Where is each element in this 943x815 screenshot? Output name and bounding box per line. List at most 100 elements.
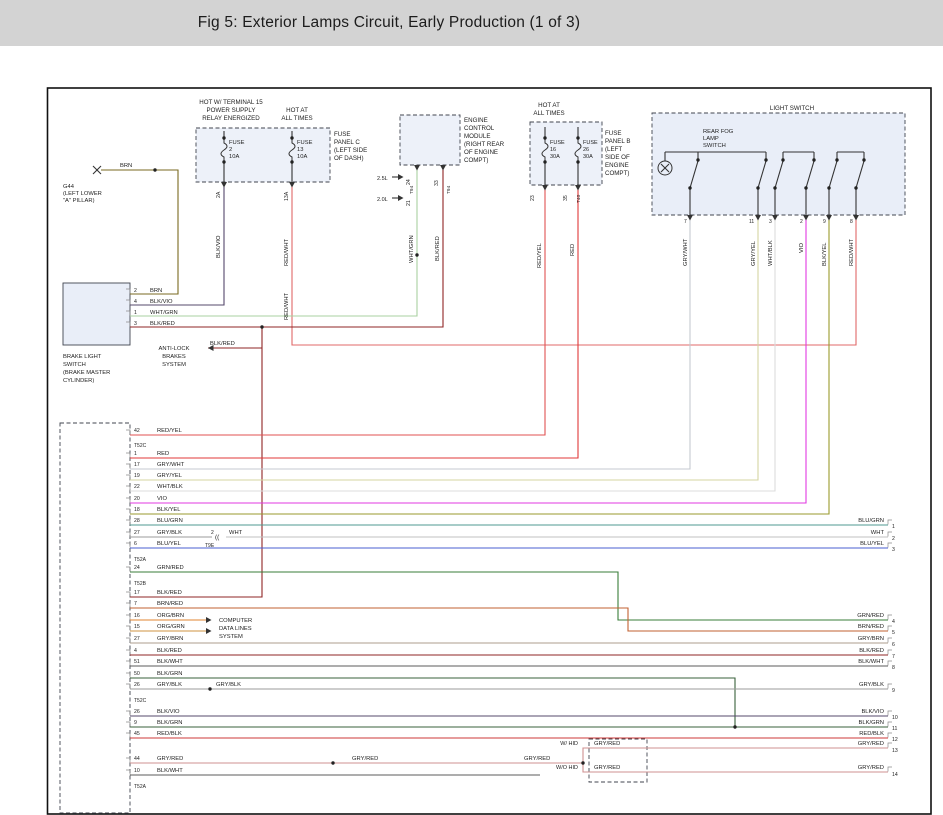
diagram-label: 5 [892,630,895,636]
diagram-label: 42 [134,428,140,434]
pin-tick [126,520,130,525]
diagram-label: 26 [134,709,140,715]
junction-dot [331,761,334,764]
pin-tick [126,475,130,480]
wire-blkgrn [130,678,735,727]
diagram-label: GRY/BLK [216,682,241,688]
diagram-label: 14 [892,772,898,778]
pin-tick [888,743,892,748]
diagram-label: 26 [583,147,589,153]
pin-tick [126,638,130,643]
arrowhead-icon [398,195,404,201]
fuse-panel-b-box [530,122,602,185]
pin-tick [126,758,130,763]
diagram-label: 8 [850,219,853,225]
diagram-label: 16 [550,147,556,153]
diagram-label: HOT AT [286,107,308,114]
diagram-label: 19 [134,473,140,479]
diagram-label: ENGINE [605,162,629,169]
arrowhead-icon [206,628,212,634]
wire-blk [93,166,101,174]
diagram-label: ALL TIMES [281,115,312,122]
hid-option-box [589,739,647,782]
pin-tick [888,733,892,738]
figure-page: Fig 5: Exterior Lamps Circuit, Early Pro… [0,0,943,815]
pin-tick [126,311,130,316]
diagram-label: 2A [216,191,222,198]
diagram-label: 35 [563,195,569,201]
pin-tick [126,289,130,294]
pin-tick [888,650,892,655]
junction-dot [208,687,211,690]
diagram-label: 21 [406,200,412,206]
junction-dot [804,186,807,189]
diagram-label: 51 [134,659,140,665]
diagram-label: 13A [284,191,290,201]
diagram-label: 4 [892,619,895,625]
wire-blk [829,161,837,188]
diagram-label: RED/WHT [849,238,855,266]
diagram-label: T9E [205,543,215,549]
diagram-label: PANEL B [605,138,630,145]
arrowhead-icon [440,165,446,171]
pin-tick [126,626,130,631]
junction-dot [812,158,815,161]
diagram-label: POWER SUPPLY [206,107,255,114]
diagram-label: (( [215,534,220,541]
wire-blk [661,164,669,172]
diagram-label: GRN/RED [157,565,184,571]
diagram-label: ALL TIMES [533,110,564,117]
diagram-label: ORG/BRN [157,613,184,619]
fuse-symbol [542,138,548,162]
arrowhead-icon [853,215,859,221]
diagram-label: GRY/YEL [751,240,757,266]
diagram-label: BLK/GRN [157,720,182,726]
pin-tick [126,592,130,597]
diagram-label: FUSE [297,140,313,146]
wire-blk [93,166,101,174]
arrowhead-icon [687,215,693,221]
diagram-label: OF DASH) [334,155,364,162]
diagram-label: GRY/WHT [157,462,185,468]
diagram-label: SYSTEM [219,634,243,640]
diagram-label: BLU/GRN [858,518,884,524]
diagram-label: BLK/VIO [150,299,173,305]
pin-tick [126,430,130,435]
junction-dot [688,186,691,189]
diagram-label: 15 [134,624,140,630]
pin-tick [126,464,130,469]
diagram-label: T52C [134,443,147,449]
diagram-label: T94 [409,185,415,194]
diagram-label: 2 [800,219,803,225]
diagram-label: WHT [229,530,243,536]
junction-dot [260,325,263,328]
wire-grywht [130,215,690,469]
wire-gryred [583,748,888,763]
figure-title-bar: Fig 5: Exterior Lamps Circuit, Early Pro… [0,0,943,46]
diagram-label: LIGHT SWITCH [770,105,814,112]
diagram-label: T52C [134,698,147,704]
diagram-label: 2 [134,288,137,294]
junction-dot [862,158,865,161]
junction-dot [290,136,293,139]
diagram-label: BLK/VIO [861,709,884,715]
wire-gryred [583,763,888,772]
pin-tick [126,509,130,514]
pin-tick [126,567,130,572]
switch-knob-symbol [658,161,672,175]
diagram-label: 9 [823,219,826,225]
diagram-label: (LEFT LOWER [63,191,102,197]
diagram-label: OF ENGINE [464,149,498,156]
diagram-label: BLK/RED [210,341,235,347]
fuse-symbol [221,138,227,162]
wire-whtblk [130,215,775,491]
diagram-label: G44 [63,184,75,190]
diagram-label: BLK/GRN [157,671,182,677]
fuse-panel-c-box [196,128,330,182]
pin-tick [126,722,130,727]
wiring-diagram: HOT W/ TERMINAL 15POWER SUPPLYRELAY ENER… [0,0,943,815]
diagram-label: 30A [550,154,560,160]
junction-dot [756,186,759,189]
diagram-label: 1 [134,451,137,457]
junction-dot [764,158,767,161]
